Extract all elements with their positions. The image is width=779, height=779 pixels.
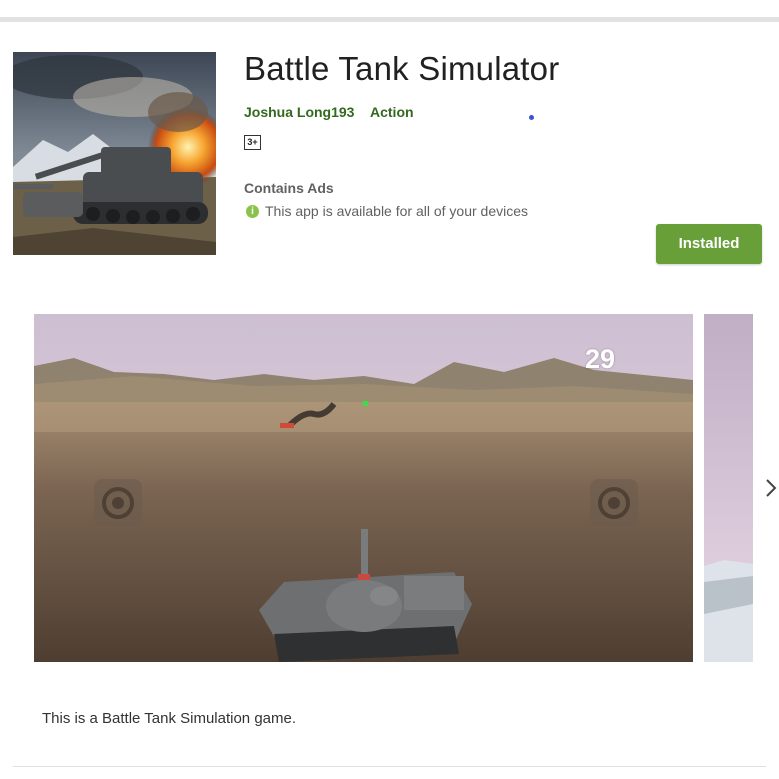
game-score: 29 xyxy=(585,344,616,374)
header-divider xyxy=(0,17,779,22)
info-icon: i xyxy=(246,204,259,218)
indicator-dot xyxy=(529,115,534,120)
app-title: Battle Tank Simulator xyxy=(244,50,560,87)
category-link[interactable]: Action xyxy=(370,104,414,120)
app-icon xyxy=(13,52,216,255)
content-rating-badge: 3+ xyxy=(244,135,261,150)
availability-note: i This app is available for all of your … xyxy=(246,203,528,219)
top-bar xyxy=(0,0,779,17)
developer-link[interactable]: Joshua Long193 xyxy=(244,104,354,120)
app-description: This is a Battle Tank Simulation game. xyxy=(42,710,297,727)
footer-divider xyxy=(13,766,766,767)
availability-text: This app is available for all of your de… xyxy=(265,203,529,219)
contains-ads-label: Contains Ads xyxy=(244,180,334,196)
installed-button[interactable]: Installed xyxy=(656,224,762,264)
screenshot-2[interactable] xyxy=(704,314,753,662)
chevron-right-icon[interactable] xyxy=(762,475,779,501)
